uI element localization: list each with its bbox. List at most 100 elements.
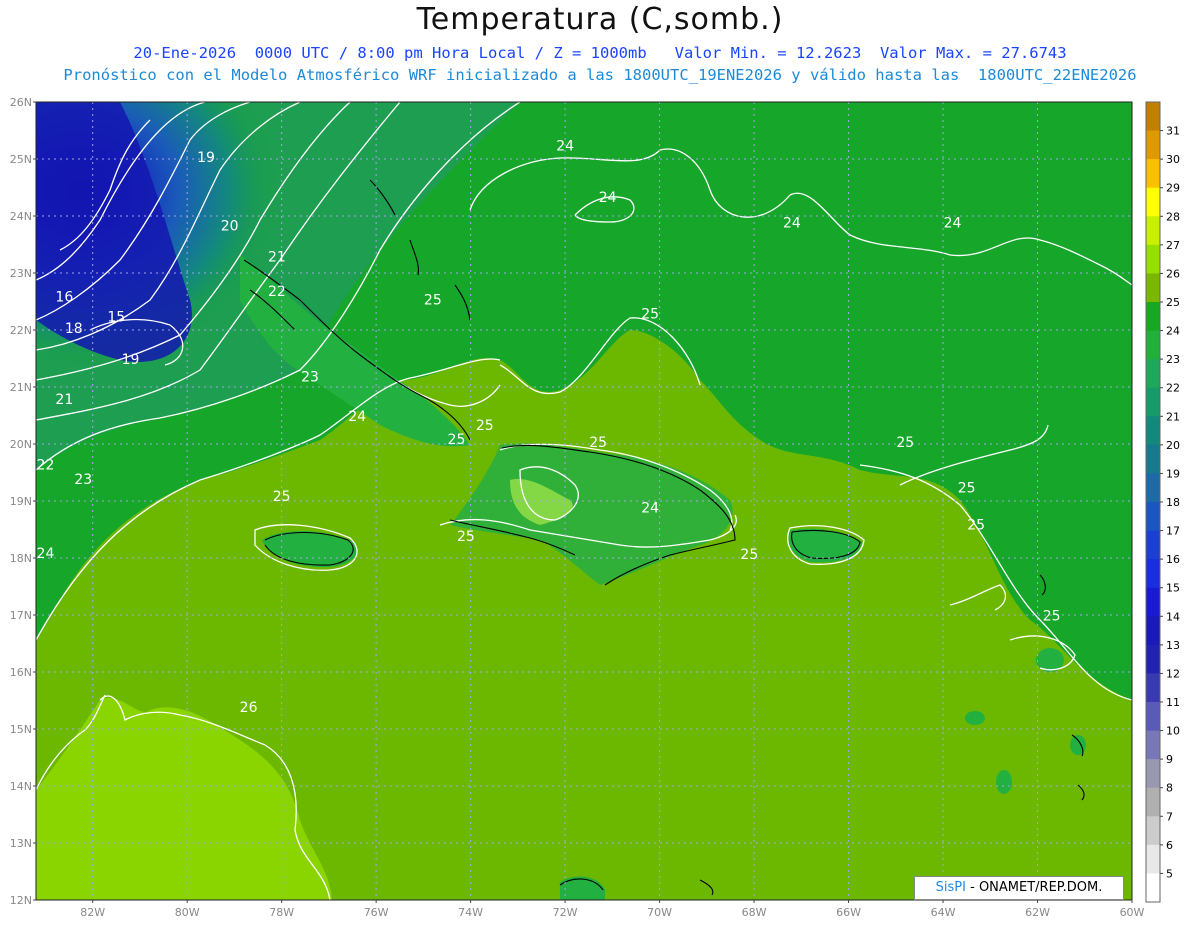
colorbar-label: 21	[1166, 410, 1180, 423]
colorbar-swatch	[1146, 502, 1160, 532]
colorbar-swatch	[1146, 816, 1160, 846]
colorbar-label: 28	[1166, 210, 1180, 223]
colorbar-label: 17	[1166, 525, 1180, 538]
colorbar-label: 24	[1166, 325, 1180, 338]
lat-tick-label: 16N	[10, 666, 32, 679]
lat-tick-label: 23N	[10, 267, 32, 280]
contour-value-label: 24	[37, 546, 55, 562]
contour-value-label: 25	[273, 489, 291, 505]
contour-value-label: 24	[348, 409, 366, 425]
lat-tick-label: 14N	[10, 780, 32, 793]
lat-tick-label: 21N	[10, 381, 32, 394]
contour-value-label: 20	[221, 218, 239, 234]
colorbar-label: 22	[1166, 382, 1180, 395]
colorbar-label: 9	[1166, 753, 1173, 766]
lon-tick-label: 70W	[647, 906, 672, 919]
colorbar-swatch	[1146, 244, 1160, 274]
contour-value-label: 23	[301, 369, 319, 385]
contour-value-label: 25	[958, 480, 976, 496]
contour-value-label: 25	[740, 547, 758, 563]
colorbar-label: 25	[1166, 296, 1180, 309]
contour-value-label: 24	[944, 215, 962, 231]
colorbar-label: 15	[1166, 582, 1180, 595]
colorbar-swatch	[1146, 216, 1160, 246]
lon-tick-label: 60W	[1120, 906, 1145, 919]
colorbar-label: 12	[1166, 667, 1180, 680]
colorbar-swatch	[1146, 587, 1160, 617]
colorbar-swatch	[1146, 387, 1160, 417]
lon-tick-label: 64W	[931, 906, 956, 919]
lat-tick-label: 20N	[10, 438, 32, 451]
lat-tick-label: 18N	[10, 552, 32, 565]
colorbar-swatch	[1146, 530, 1160, 560]
lon-tick-label: 76W	[364, 906, 389, 919]
colorbar-label: 6	[1166, 839, 1173, 852]
colorbar: 31 30 29 28 27 26 25 24 23 22 21 20 19 18 17 16 15 14 13 12…	[1145, 101, 1180, 903]
contour-value-label: 25	[424, 292, 442, 308]
lat-tick-label: 26N	[10, 96, 32, 109]
colorbar-label: 13	[1166, 639, 1180, 652]
colorbar-swatch	[1146, 873, 1160, 903]
colorbar-swatch	[1146, 330, 1160, 360]
model-info-line: Pronóstico con el Modelo Atmosférico WRF…	[63, 66, 1137, 84]
contour-value-label: 19	[122, 352, 140, 368]
credit-text: - ONAMET/REP.DOM.	[965, 880, 1103, 895]
lat-tick-label: 25N	[10, 153, 32, 166]
contour-value-label: 19	[197, 150, 215, 166]
colorbar-swatch	[1146, 702, 1160, 732]
contour-value-label: 26	[240, 700, 258, 716]
colorbar-label: 30	[1166, 153, 1180, 166]
lon-tick-label: 66W	[836, 906, 861, 919]
lat-tick-label: 24N	[10, 210, 32, 223]
colorbar-swatch	[1146, 730, 1160, 760]
contour-value-label: 24	[783, 215, 801, 231]
lat-tick-label: 13N	[10, 837, 32, 850]
colorbar-swatch	[1146, 130, 1160, 160]
lat-tick-label: 22N	[10, 324, 32, 337]
colorbar-label: 23	[1166, 353, 1180, 366]
lon-tick-label: 80W	[175, 906, 200, 919]
contour-value-label: 25	[448, 432, 466, 448]
colorbar-label: 8	[1166, 782, 1173, 795]
contour-value-label: 25	[1043, 609, 1061, 625]
lon-tick-label: 82W	[80, 906, 105, 919]
lat-tick-label: 17N	[10, 609, 32, 622]
weather-map: 26N 25N 24N 23N 22N 21N 20N 19N 18N 17N 16N 15N 14N 1…	[10, 96, 1180, 919]
colorbar-label: 11	[1166, 696, 1180, 709]
colorbar-swatch	[1146, 273, 1160, 303]
contour-value-label: 24	[599, 190, 617, 206]
contour-value-label: 25	[457, 529, 475, 545]
island-patch	[965, 711, 985, 725]
lon-tick-label: 74W	[458, 906, 483, 919]
contour-value-label: 25	[476, 418, 494, 434]
contour-value-label: 25	[896, 435, 914, 451]
colorbar-swatch	[1146, 559, 1160, 589]
island-patch	[1070, 735, 1086, 755]
contour-value-label: 24	[556, 138, 574, 154]
contour-value-label: 25	[967, 518, 985, 534]
contour-value-label: 15	[107, 309, 125, 325]
lat-tick-label: 19N	[10, 495, 32, 508]
colorbar-label: 20	[1166, 439, 1180, 452]
contour-value-label: 23	[74, 472, 92, 488]
lat-tick-label: 15N	[10, 723, 32, 736]
colorbar-label: 31	[1166, 125, 1180, 138]
colorbar-label: 5	[1166, 867, 1173, 880]
contour-value-label: 22	[268, 284, 286, 300]
colorbar-swatch	[1146, 187, 1160, 217]
map-plot-area	[36, 102, 1132, 900]
colorbar-swatch	[1146, 444, 1160, 474]
colorbar-label: 14	[1166, 610, 1180, 623]
contour-value-label: 18	[65, 321, 83, 337]
colorbar-swatch	[1146, 616, 1160, 646]
colorbar-swatch	[1146, 844, 1160, 874]
contour-value-label: 21	[268, 250, 286, 266]
colorbar-swatch	[1146, 473, 1160, 503]
colorbar-label: 29	[1166, 182, 1180, 195]
colorbar-swatch	[1146, 644, 1160, 674]
colorbar-label: 16	[1166, 553, 1180, 566]
contour-value-label: 25	[641, 307, 659, 323]
colorbar-swatch	[1146, 159, 1160, 189]
colorbar-label: 10	[1166, 725, 1180, 738]
credit-box: SisPI - ONAMET/REP.DOM.	[914, 876, 1124, 900]
